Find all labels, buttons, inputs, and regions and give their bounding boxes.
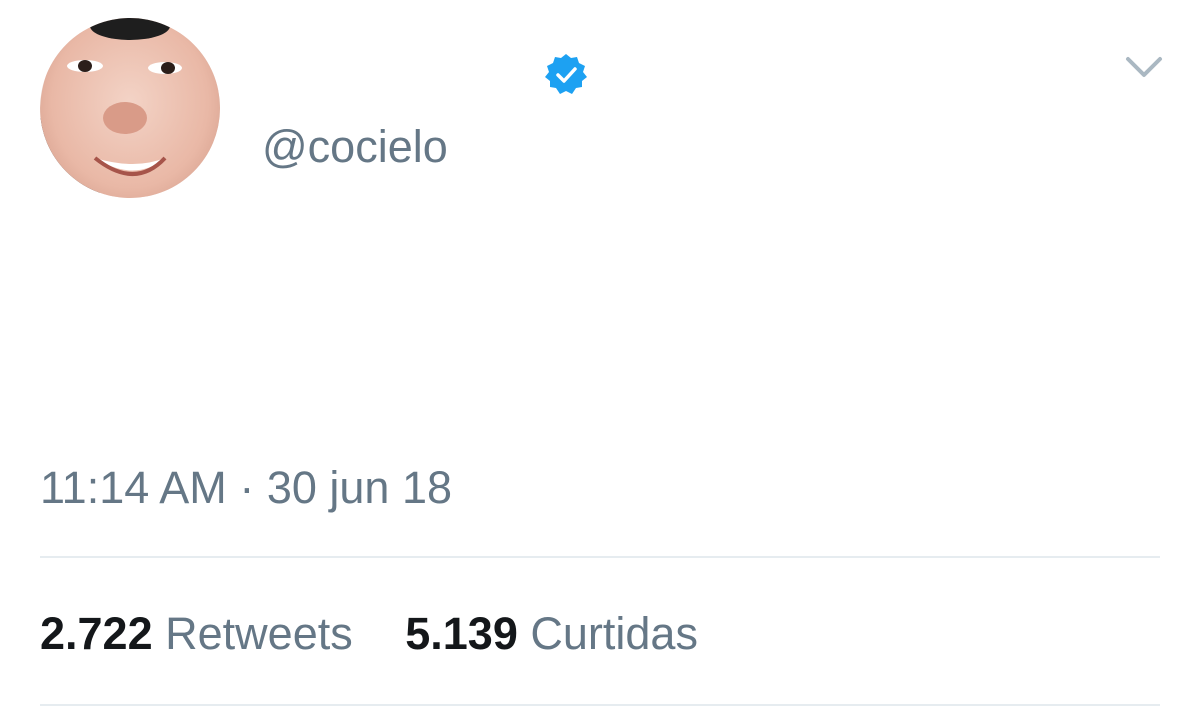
- avatar-photo: [40, 18, 220, 198]
- retweets-stat[interactable]: 2.722 Retweets: [40, 606, 353, 662]
- tweet-stats: 2.722 Retweets 5.139 Curtidas: [40, 606, 738, 662]
- timestamp-separator: ·: [239, 462, 255, 513]
- user-handle[interactable]: @cocielo: [262, 119, 448, 175]
- tweet-timestamp[interactable]: 11:14 AM · 30 jun 18: [40, 460, 452, 516]
- retweets-count: 2.722: [40, 608, 153, 659]
- likes-label: Curtidas: [530, 608, 698, 659]
- timestamp-date: 30 jun 18: [266, 462, 452, 513]
- likes-stat[interactable]: 5.139 Curtidas: [405, 606, 698, 662]
- avatar[interactable]: [40, 18, 220, 198]
- divider: [40, 556, 1160, 558]
- retweets-label: Retweets: [165, 608, 353, 659]
- likes-count: 5.139: [405, 608, 518, 659]
- verified-badge-icon: [545, 54, 587, 94]
- tweet-detail: @cocielo 11:14 AM · 30 jun 18 2.722 Retw…: [0, 0, 1200, 713]
- divider: [40, 704, 1160, 706]
- timestamp-time: 11:14 AM: [40, 462, 227, 513]
- chevron-down-icon[interactable]: [1124, 53, 1164, 81]
